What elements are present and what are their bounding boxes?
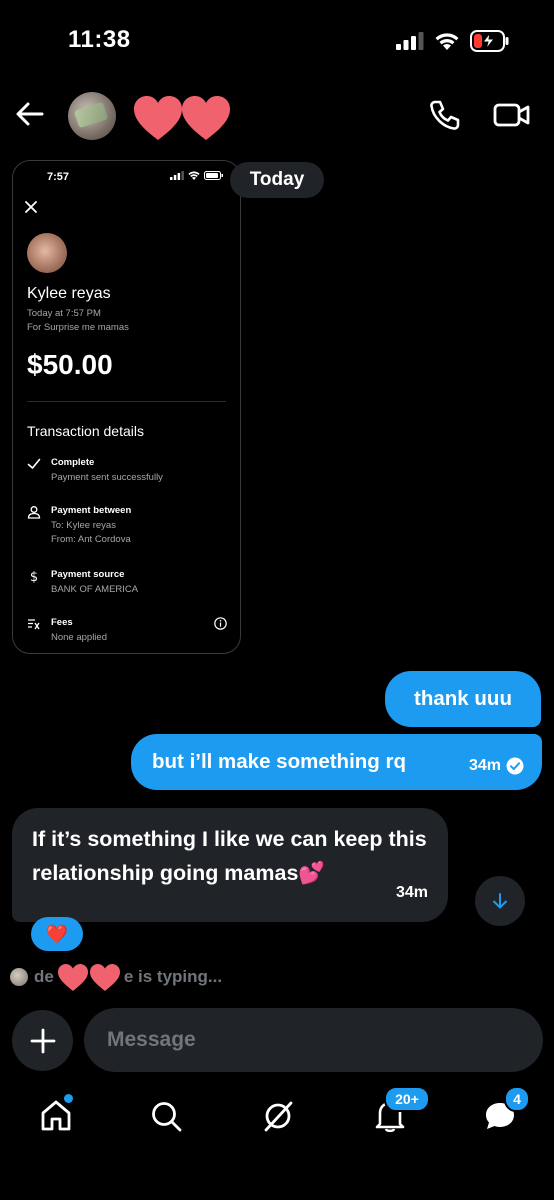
message-bubble-outgoing[interactable]: thank uuu <box>385 671 541 727</box>
read-receipt-check-icon <box>506 757 524 775</box>
section-title: Transaction details <box>27 423 144 439</box>
status-icons <box>396 30 510 52</box>
nav-grok[interactable] <box>258 1096 298 1136</box>
transaction-note: For Surprise me mamas <box>27 322 129 333</box>
message-text: thank uuu <box>414 687 512 710</box>
typing-indicator: de e is typing... <box>10 962 222 992</box>
heart-sticker-icon <box>182 96 230 140</box>
arrow-down-icon <box>493 893 507 909</box>
message-timestamp: 34m <box>468 757 501 774</box>
heart-sticker-icon <box>57 964 120 991</box>
transaction-amount: $50.00 <box>27 349 113 380</box>
contact-avatar[interactable] <box>68 92 116 140</box>
close-icon <box>25 201 37 213</box>
shared-image-receipt[interactable]: 7:57 Kylee reyas Today at 7:57 PM For Su… <box>12 160 241 654</box>
nav-search[interactable] <box>146 1096 186 1136</box>
info-icon <box>214 617 227 630</box>
battery-charging-icon <box>470 30 509 52</box>
heart-sticker-overlay <box>132 94 232 142</box>
typing-name-prefix: de <box>34 967 54 986</box>
fees-icon <box>28 619 40 630</box>
svg-text:$: $ <box>30 570 38 583</box>
scroll-to-bottom-button[interactable] <box>475 876 525 926</box>
status-time: 11:38 <box>68 26 131 53</box>
notifications-badge: 20+ <box>384 1086 430 1112</box>
nav-notifications[interactable]: 20+ <box>370 1086 430 1136</box>
plus-icon <box>30 1028 55 1053</box>
messages-badge: 4 <box>504 1086 530 1112</box>
wifi-icon <box>435 33 459 50</box>
reaction-heart[interactable]: ❤️ <box>31 917 83 951</box>
grok-icon <box>264 1101 293 1132</box>
typing-status-text: e is typing... <box>123 967 223 986</box>
message-input[interactable] <box>84 1008 543 1072</box>
battery-icon <box>204 171 223 180</box>
message-text: but i’ll make something rq <box>152 750 407 773</box>
conversation-header: e <box>0 86 554 146</box>
message-timestamp: 34m <box>395 884 428 901</box>
recipient-avatar <box>27 233 67 273</box>
heart-sticker-icon <box>134 96 182 140</box>
status-bar: 11:38 <box>0 0 554 80</box>
home-unread-dot <box>64 1094 73 1103</box>
video-camera-icon[interactable] <box>492 98 532 132</box>
nav-messages[interactable]: 4 <box>480 1086 530 1136</box>
person-icon <box>27 506 41 519</box>
bottom-navigation: 20+ 4 <box>0 1086 554 1152</box>
wifi-icon <box>188 171 200 180</box>
nav-home[interactable] <box>36 1094 76 1136</box>
home-icon <box>41 1100 71 1131</box>
add-attachment-button[interactable] <box>12 1010 73 1071</box>
message-bubble-incoming[interactable]: If it’s something I like we can keep thi… <box>12 808 448 922</box>
recipient-name: Kylee reyas <box>27 285 111 302</box>
message-text: If it’s something I like we can keep thi… <box>32 827 427 885</box>
search-icon <box>152 1102 182 1132</box>
typing-avatar <box>10 968 28 986</box>
checkmark-icon <box>27 458 41 469</box>
transaction-date: Today at 7:57 PM <box>27 308 101 319</box>
message-bubble-outgoing[interactable]: but i’ll make something rq 34m <box>131 734 542 790</box>
message-meta: 34m <box>469 757 524 775</box>
cellular-signal-icon <box>396 32 424 50</box>
dollar-icon: $ <box>30 570 38 583</box>
cellular-signal-icon <box>170 171 184 180</box>
date-separator-chip: Today <box>230 162 324 198</box>
phone-icon[interactable] <box>428 98 462 132</box>
divider <box>27 401 226 402</box>
back-arrow-icon[interactable] <box>14 98 46 130</box>
receipt-status-time: 7:57 <box>47 171 70 183</box>
receipt-status-icons <box>170 171 224 180</box>
